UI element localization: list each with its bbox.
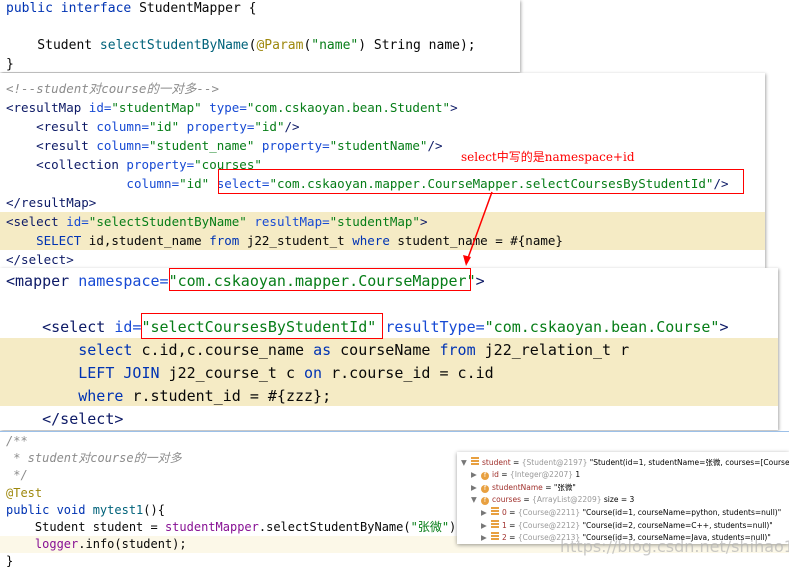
variable-ref: {Integer@2207} xyxy=(509,469,574,479)
expand-toggle-icon[interactable]: ▶ xyxy=(471,470,481,479)
field-icon: f xyxy=(481,485,489,493)
expand-toggle-icon[interactable]: ▼ xyxy=(461,458,471,467)
variable-ref: {Course@2212} xyxy=(517,520,581,530)
debugger-variable-row[interactable]: ▶ 0 = {Course@2211} "Course(id=1, courseN… xyxy=(481,507,781,517)
variable-value: "Course(id=1, courseName=python, student… xyxy=(582,508,782,517)
variable-name: studentName xyxy=(492,483,543,492)
expand-toggle-icon[interactable]: ▶ xyxy=(481,508,491,517)
variable-name: courses xyxy=(492,494,521,504)
variable-ref: {Student@2197} xyxy=(521,458,588,467)
variable-value: "Student(id=1, studentName=张微, courses=[… xyxy=(589,458,789,467)
variable-name: 0 xyxy=(502,508,507,517)
object-icon xyxy=(471,457,479,465)
object-icon xyxy=(491,532,499,540)
debugger-variable-row[interactable]: ▼ f courses = {ArrayList@2209} size = 3 xyxy=(471,495,634,505)
variable-name: id xyxy=(492,469,499,479)
debugger-variable-row[interactable]: ▼ student = {Student@2197} "Student(id=1,… xyxy=(461,457,789,468)
object-icon xyxy=(491,519,499,528)
debugger-variable-row[interactable]: ▶ f studentName = "张微" xyxy=(471,482,576,493)
expand-toggle-icon[interactable]: ▼ xyxy=(471,495,481,504)
variable-ref: {Course@2211} xyxy=(517,508,581,517)
variable-value: size = 3 xyxy=(603,494,635,504)
object-icon xyxy=(491,507,499,515)
variable-name: student xyxy=(482,458,511,467)
variable-value: 1 xyxy=(575,469,581,479)
variable-name: 1 xyxy=(502,520,507,530)
variable-value: "Course(id=2, courseName=C++, students=n… xyxy=(582,520,773,530)
expand-toggle-icon[interactable]: ▶ xyxy=(471,483,481,492)
debugger-variable-row[interactable]: ▶ f id = {Integer@2207} 1 xyxy=(471,470,580,480)
watermark: https://blog.csdn.net/shihao1998 xyxy=(560,537,789,556)
debugger-variables-panel: ▼ student = {Student@2197} "Student(id=1,… xyxy=(457,452,789,544)
expand-toggle-icon[interactable]: ▶ xyxy=(481,533,491,542)
debugger-variable-row[interactable]: ▶ 1 = {Course@2212} "Course(id=2, courseN… xyxy=(481,519,773,530)
field-icon: f xyxy=(481,496,489,505)
variable-ref: {ArrayList@2209} xyxy=(532,494,602,504)
field-icon: f xyxy=(481,471,489,480)
variable-value: "张微" xyxy=(553,483,576,492)
expand-toggle-icon[interactable]: ▶ xyxy=(481,521,491,530)
variable-name: 2 xyxy=(502,533,507,542)
